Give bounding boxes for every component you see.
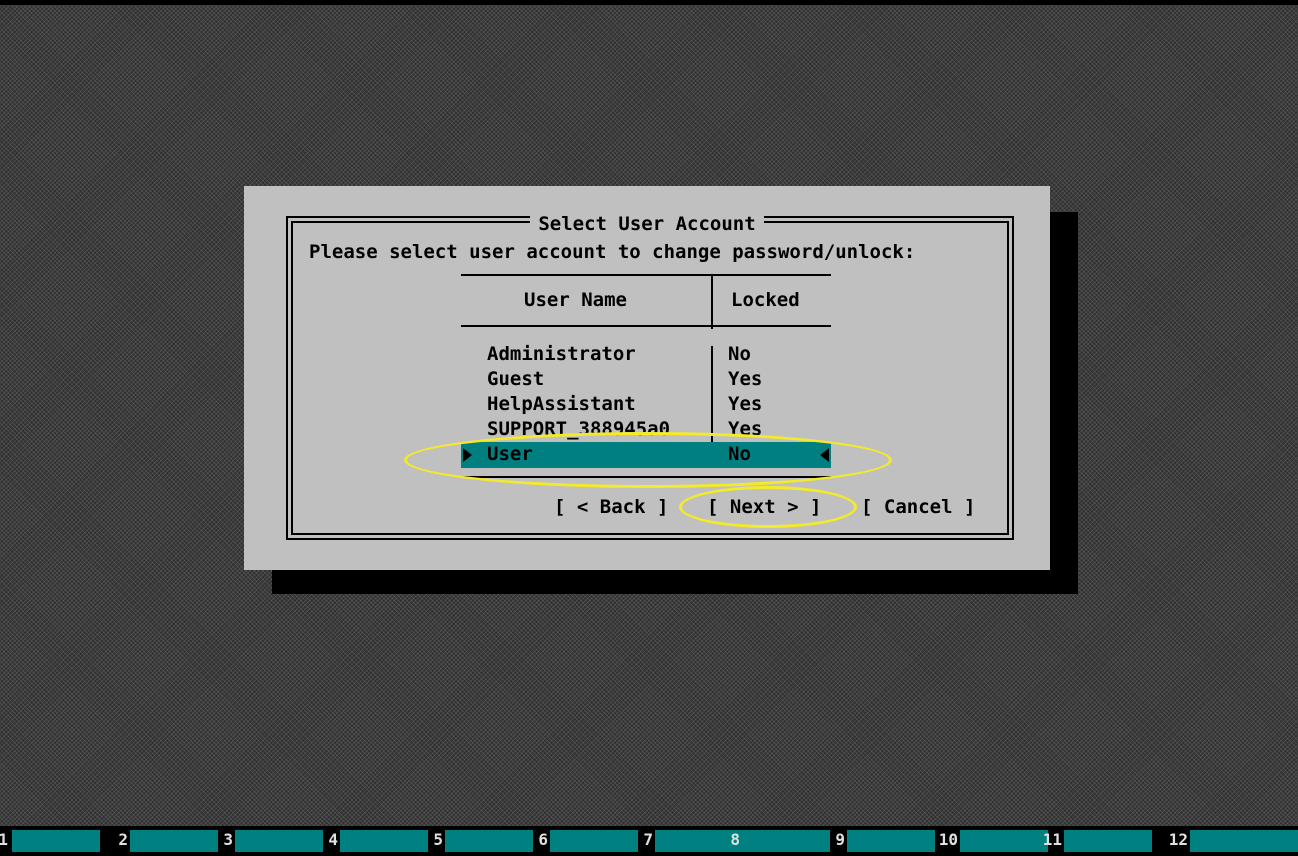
cancel-button[interactable]: [ Cancel ] <box>861 496 975 518</box>
select-user-dialog: Select User Account Please select user a… <box>244 186 1050 570</box>
dialog-prompt: Please select user account to change pas… <box>309 241 916 263</box>
user-name-cell: User <box>487 443 533 465</box>
locked-cell: Yes <box>728 368 763 390</box>
locked-cell: No <box>728 443 751 465</box>
console-1-tab[interactable] <box>12 830 100 852</box>
console-2-tab[interactable] <box>130 830 218 852</box>
column-divider-header <box>711 275 713 329</box>
dialog-title-wrap: Select User Account <box>244 213 1050 235</box>
console-3-tab[interactable] <box>235 830 323 852</box>
dialog-title: Select User Account <box>530 213 764 235</box>
console-12-label: 12 <box>1168 830 1188 849</box>
back-button[interactable]: [ < Back ] <box>554 496 668 518</box>
console-5-label: 5 <box>433 830 443 849</box>
top-strip <box>0 0 1298 5</box>
user-name-cell: Administrator <box>487 343 636 365</box>
console-4-label: 4 <box>328 830 338 849</box>
console-9-label: 9 <box>835 830 845 849</box>
console-4-tab[interactable] <box>340 830 428 852</box>
user-name-cell: SUPPORT_388945a0 <box>487 418 671 440</box>
console-11-tab[interactable] <box>1064 830 1152 852</box>
locked-cell: Yes <box>728 418 763 440</box>
table-row-user-selected[interactable]: User No <box>461 442 831 468</box>
table-header-line <box>461 325 831 327</box>
table-row-administrator[interactable]: Administrator No <box>244 343 1050 367</box>
table-bottom-line <box>461 476 831 478</box>
user-name-cell: Guest <box>487 368 545 390</box>
console-3-label: 3 <box>223 830 233 849</box>
console-9-tab[interactable] <box>847 830 935 852</box>
table-row-helpassistant[interactable]: HelpAssistant Yes <box>244 393 1050 417</box>
console-8-tab[interactable] <box>742 830 830 852</box>
user-name-cell: HelpAssistant <box>487 393 636 415</box>
locked-cell: Yes <box>728 393 763 415</box>
next-button[interactable]: [ Next > ] <box>707 496 821 518</box>
console-2-label: 2 <box>118 830 128 849</box>
column-header-locked[interactable]: Locked <box>731 289 800 311</box>
console-7-label: 7 <box>643 830 653 849</box>
table-row-support[interactable]: SUPPORT_388945a0 Yes <box>244 418 1050 442</box>
console-6-label: 6 <box>538 830 548 849</box>
console-10-tab[interactable] <box>960 830 1048 852</box>
selection-arrow-left-icon <box>463 448 472 462</box>
table-row-guest[interactable]: Guest Yes <box>244 368 1050 392</box>
console-12-tab[interactable] <box>1190 830 1298 852</box>
console-11-label: 11 <box>1042 830 1062 849</box>
table-top-line <box>461 274 831 276</box>
console-5-tab[interactable] <box>445 830 533 852</box>
console-1-label: 1 <box>0 830 8 849</box>
console-10-label: 10 <box>938 830 958 849</box>
console-8-label: 8 <box>730 830 740 849</box>
locked-cell: No <box>728 343 751 365</box>
selection-arrow-right-icon <box>820 448 829 462</box>
console-6-tab[interactable] <box>550 830 638 852</box>
column-header-user-name[interactable]: User Name <box>524 289 627 311</box>
console-taskbar: 1 2 3 4 5 6 7 8 9 10 11 12 <box>0 826 1298 856</box>
